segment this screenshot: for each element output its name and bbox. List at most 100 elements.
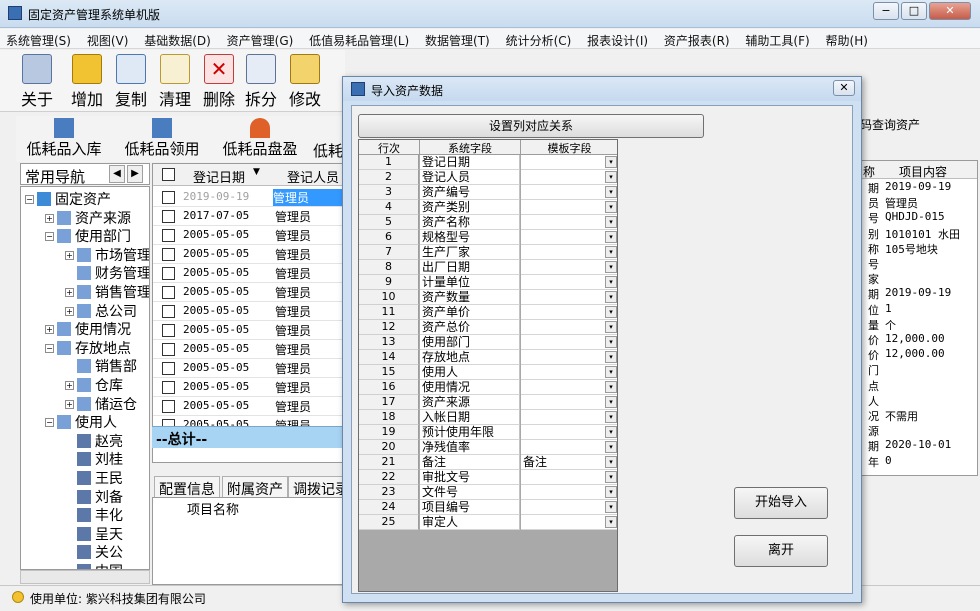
- table-row[interactable]: 2005-05-05 管理员: [153, 226, 343, 245]
- tree-node[interactable]: + 资产来源: [45, 208, 131, 227]
- chevron-down-icon[interactable]: ▾: [605, 441, 617, 453]
- menu-system[interactable]: 系统管理(S): [0, 29, 77, 49]
- tree-node[interactable]: 财务管理: [65, 263, 149, 282]
- table-row[interactable]: 2005-05-05 管理员: [153, 397, 343, 416]
- tree-node[interactable]: − 存放地点: [45, 338, 131, 357]
- table-row[interactable]: 2017-07-05 管理员: [153, 207, 343, 226]
- chevron-down-icon[interactable]: ▾: [605, 486, 617, 498]
- chevron-down-icon[interactable]: ▾: [605, 201, 617, 213]
- tree-toggle[interactable]: +: [45, 213, 54, 223]
- template-field-select[interactable]: ▾: [521, 500, 617, 515]
- tree-node[interactable]: 王民: [65, 468, 123, 487]
- template-field-select[interactable]: ▾: [521, 155, 617, 170]
- tree-toggle[interactable]: +: [65, 306, 74, 316]
- row-checkbox[interactable]: [162, 248, 175, 261]
- chevron-down-icon[interactable]: ▾: [605, 426, 617, 438]
- table-row[interactable]: 2005-05-05 管理员: [153, 321, 343, 340]
- tree-node[interactable]: 销售部: [65, 356, 137, 375]
- chevron-down-icon[interactable]: ▾: [605, 246, 617, 258]
- row-checkbox[interactable]: [162, 343, 175, 356]
- chevron-down-icon[interactable]: ▾: [605, 516, 617, 528]
- table-row[interactable]: 2005-05-05 管理员: [153, 264, 343, 283]
- tree-toggle[interactable]: +: [65, 399, 74, 409]
- chevron-down-icon[interactable]: ▾: [605, 186, 617, 198]
- template-field-select[interactable]: ▾: [521, 200, 617, 215]
- dialog-close-button[interactable]: ✕: [833, 80, 855, 96]
- start-import-button[interactable]: 开始导入: [734, 487, 828, 519]
- template-field-select[interactable]: ▾: [521, 395, 617, 410]
- menu-report-design[interactable]: 报表设计(I): [581, 29, 654, 49]
- template-field-select[interactable]: ▾: [521, 170, 617, 185]
- tree-node[interactable]: 赵亮: [65, 431, 123, 450]
- template-field-select[interactable]: ▾: [521, 185, 617, 200]
- split-button[interactable]: 拆分: [240, 52, 282, 110]
- lowvalue-in-button[interactable]: 低耗品入库: [16, 116, 112, 162]
- set-column-mapping-button[interactable]: 设置列对应关系: [358, 114, 704, 138]
- tree-toggle[interactable]: −: [45, 343, 54, 353]
- tree-node[interactable]: + 仓库: [65, 375, 123, 394]
- lowvalue-use-button[interactable]: 低耗品领用: [116, 116, 208, 162]
- chevron-down-icon[interactable]: ▾: [605, 366, 617, 378]
- template-field-select[interactable]: ▾: [521, 365, 617, 380]
- row-checkbox[interactable]: [162, 400, 175, 413]
- tree-node[interactable]: 呈天: [65, 524, 123, 543]
- tree-node[interactable]: 刘备: [65, 487, 123, 506]
- lowvalue-more-button[interactable]: 低耗: [310, 116, 346, 162]
- chevron-down-icon[interactable]: ▾: [605, 471, 617, 483]
- minimize-button[interactable]: −: [873, 2, 899, 20]
- tab-attached[interactable]: 附属资产: [222, 476, 288, 498]
- chevron-down-icon[interactable]: ▾: [605, 351, 617, 363]
- template-field-select[interactable]: ▾: [521, 470, 617, 485]
- nav-prev-button[interactable]: ◀: [109, 165, 125, 183]
- template-field-select[interactable]: ▾: [521, 425, 617, 440]
- table-row[interactable]: 2005-05-05 管理员: [153, 302, 343, 321]
- chevron-down-icon[interactable]: ▾: [605, 156, 617, 168]
- row-checkbox[interactable]: [162, 267, 175, 280]
- tree-toggle[interactable]: +: [65, 250, 74, 260]
- template-field-select[interactable]: ▾: [521, 245, 617, 260]
- template-field-select[interactable]: ▾: [521, 320, 617, 335]
- chevron-down-icon[interactable]: ▾: [605, 171, 617, 183]
- tree-node[interactable]: + 销售管理: [65, 282, 149, 301]
- table-row[interactable]: 2005-05-05 管理员: [153, 340, 343, 359]
- tree-node[interactable]: 刘桂: [65, 449, 123, 468]
- table-row[interactable]: 2005-05-05 管理员: [153, 359, 343, 378]
- row-checkbox[interactable]: [162, 381, 175, 394]
- tab-config[interactable]: 配置信息: [154, 476, 220, 498]
- col-register-user[interactable]: 登记人员: [287, 167, 339, 186]
- tree-node[interactable]: 中国: [65, 561, 123, 569]
- chevron-down-icon[interactable]: ▾: [605, 501, 617, 513]
- template-field-select[interactable]: ▾: [521, 350, 617, 365]
- about-button[interactable]: 关于: [16, 52, 58, 110]
- add-button[interactable]: 增加: [66, 52, 108, 110]
- template-field-select[interactable]: ▾: [521, 260, 617, 275]
- chevron-down-icon[interactable]: ▾: [605, 231, 617, 243]
- close-button[interactable]: ✕: [929, 2, 971, 20]
- template-field-select[interactable]: ▾: [521, 515, 617, 530]
- row-checkbox[interactable]: [162, 286, 175, 299]
- chevron-down-icon[interactable]: ▾: [605, 306, 617, 318]
- table-row[interactable]: 2005-05-05 管理员: [153, 245, 343, 264]
- tree-toggle[interactable]: +: [65, 381, 74, 390]
- row-checkbox[interactable]: [162, 324, 175, 337]
- template-field-select[interactable]: ▾: [521, 485, 617, 500]
- chevron-down-icon[interactable]: ▾: [605, 276, 617, 288]
- tree-toggle[interactable]: −: [45, 418, 54, 428]
- row-checkbox[interactable]: [162, 305, 175, 318]
- tree-toggle[interactable]: −: [25, 195, 34, 204]
- template-field-select[interactable]: ▾: [521, 335, 617, 350]
- template-field-select[interactable]: ▾: [521, 290, 617, 305]
- template-field-select[interactable]: ▾: [521, 440, 617, 455]
- tree-node[interactable]: + 市场管理: [65, 245, 149, 264]
- copy-button[interactable]: 复制: [110, 52, 152, 110]
- menu-asset-report[interactable]: 资产报表(R): [658, 29, 736, 49]
- maximize-button[interactable]: □: [901, 2, 927, 20]
- tree-node[interactable]: 关公: [65, 542, 123, 561]
- lowvalue-surplus-button[interactable]: 低耗品盘盈: [212, 116, 308, 162]
- chevron-down-icon[interactable]: ▾: [605, 411, 617, 423]
- tree-node[interactable]: − 使用部门: [45, 226, 131, 245]
- template-field-select[interactable]: ▾: [521, 410, 617, 425]
- nav-next-button[interactable]: ▶: [127, 165, 143, 183]
- row-checkbox[interactable]: [162, 229, 175, 242]
- menu-data[interactable]: 数据管理(T): [419, 29, 496, 49]
